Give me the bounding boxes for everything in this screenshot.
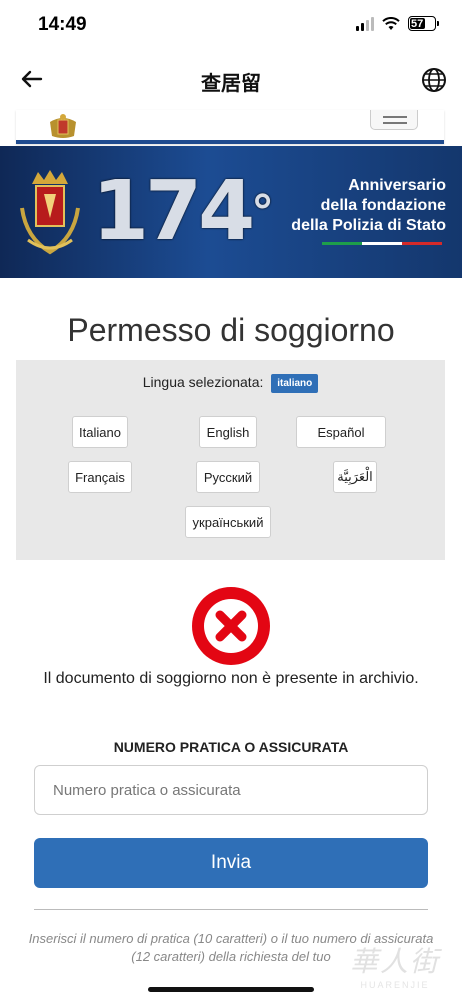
- hamburger-menu-button[interactable]: [370, 110, 418, 130]
- polizia-logo-icon[interactable]: [44, 112, 82, 140]
- status-time: 14:49: [38, 14, 87, 35]
- anniversary-banner: 174° Anniversario della fondazione della…: [0, 146, 462, 278]
- divider: [34, 909, 428, 910]
- banner-line-1: Anniversario: [348, 177, 446, 194]
- language-button-ukrainian[interactable]: український: [185, 506, 271, 538]
- site-header: [16, 110, 444, 144]
- police-emblem-icon: [20, 170, 80, 255]
- watermark-main: 華人街: [349, 945, 440, 978]
- watermark: 華人街 HUARENJIE: [350, 940, 440, 990]
- submit-button[interactable]: Invia: [34, 838, 428, 888]
- anniversary-number: 174°: [92, 164, 274, 259]
- banner-caption: Anniversario della fondazione della Poli…: [291, 176, 446, 236]
- globe-icon[interactable]: [421, 67, 447, 93]
- header-accent-line: [16, 140, 444, 144]
- language-button-espanol[interactable]: Español: [296, 416, 386, 448]
- wifi-icon: [382, 16, 400, 30]
- language-button-english[interactable]: English: [199, 416, 257, 448]
- status-icons: 57: [356, 16, 439, 31]
- nav-title: 查居留: [201, 73, 261, 95]
- banner-line-3: della Polizia di Stato: [291, 217, 446, 234]
- language-button-arabic[interactable]: الْعَرَبِيَّة: [333, 461, 377, 493]
- language-button-italiano[interactable]: Italiano: [72, 416, 128, 448]
- language-panel: Lingua selezionata: italiano Italiano En…: [16, 360, 445, 560]
- home-indicator: [148, 987, 314, 992]
- battery-level: 57: [411, 17, 424, 30]
- practice-number-input[interactable]: [34, 765, 428, 815]
- language-button-russian[interactable]: Русский: [196, 461, 260, 493]
- page-title: Permesso di soggiorno: [67, 312, 395, 348]
- banner-line-2: della fondazione: [320, 197, 446, 214]
- language-selected-badge: italiano: [271, 374, 319, 393]
- watermark-sub: HUARENJIE: [360, 980, 430, 990]
- result-message: Il documento di soggiorno non è presente…: [43, 670, 419, 687]
- language-selected-label: Lingua selezionata:: [142, 374, 264, 391]
- italian-flag-stripe: [322, 242, 442, 245]
- language-button-francais[interactable]: Français: [68, 461, 132, 493]
- status-bar: 14:49 57: [0, 0, 462, 50]
- field-label: NUMERO PRATICA O ASSICURATA: [113, 739, 349, 755]
- error-x-icon: [192, 587, 270, 665]
- app-nav-bar: 查居留: [0, 55, 462, 107]
- language-selected-row: Lingua selezionata: italiano: [16, 374, 445, 393]
- signal-icon: [356, 16, 374, 31]
- battery-icon: 57: [408, 16, 439, 31]
